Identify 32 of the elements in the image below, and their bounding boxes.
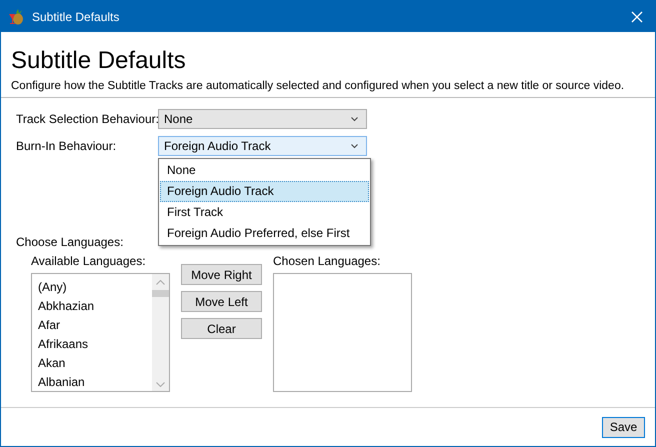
list-label: Chosen Languages:	[273, 254, 382, 268]
chevron-down-icon	[351, 144, 358, 148]
section-label: Choose Languages:	[16, 235, 124, 249]
scroll-up-icon[interactable]	[156, 280, 165, 285]
save-button[interactable]: Save	[602, 416, 645, 438]
scrollbar[interactable]	[152, 274, 169, 391]
dropdown-option[interactable]: Foreign Audio Track	[160, 181, 369, 202]
action-button[interactable]: Move Right	[181, 264, 262, 285]
field-label: Track Selection Behaviour:	[16, 112, 158, 126]
pineapple-drink-icon	[8, 8, 24, 24]
list-item[interactable]: Afrikaans	[38, 335, 152, 354]
field-label: Burn-In Behaviour:	[16, 139, 118, 153]
description-text: Configure how the Subtitle Tracks are automatically selected and configured when you select a new title or source video.	[11, 80, 626, 92]
list-item[interactable]: Afar	[38, 316, 152, 335]
list-item[interactable]: (Any)	[38, 278, 152, 297]
dropdown-option[interactable]: First Track	[160, 202, 369, 223]
list-item[interactable]: Abkhazian	[38, 297, 152, 316]
close-icon[interactable]	[631, 10, 643, 22]
scroll-down-icon[interactable]	[156, 382, 165, 387]
action-button[interactable]: Clear	[181, 318, 262, 339]
dropdown-field[interactable]: Foreign Audio Track	[158, 136, 367, 156]
list-item[interactable]: Akan	[38, 354, 152, 373]
dropdown-option[interactable]: None	[160, 160, 369, 181]
list-label: Available Languages:	[31, 254, 147, 268]
dialog-heading: Subtitle Defaults	[11, 46, 187, 76]
dropdown-option[interactable]: Foreign Audio Preferred, else First	[160, 223, 369, 244]
dropdown-field[interactable]: None	[158, 109, 367, 129]
action-button[interactable]: Move Left	[181, 291, 262, 312]
window-title: Subtitle Defaults	[32, 10, 120, 24]
list-item[interactable]: Albanian	[38, 373, 152, 392]
scrollbar-thumb[interactable]	[152, 290, 169, 297]
chevron-down-icon	[351, 116, 358, 122]
